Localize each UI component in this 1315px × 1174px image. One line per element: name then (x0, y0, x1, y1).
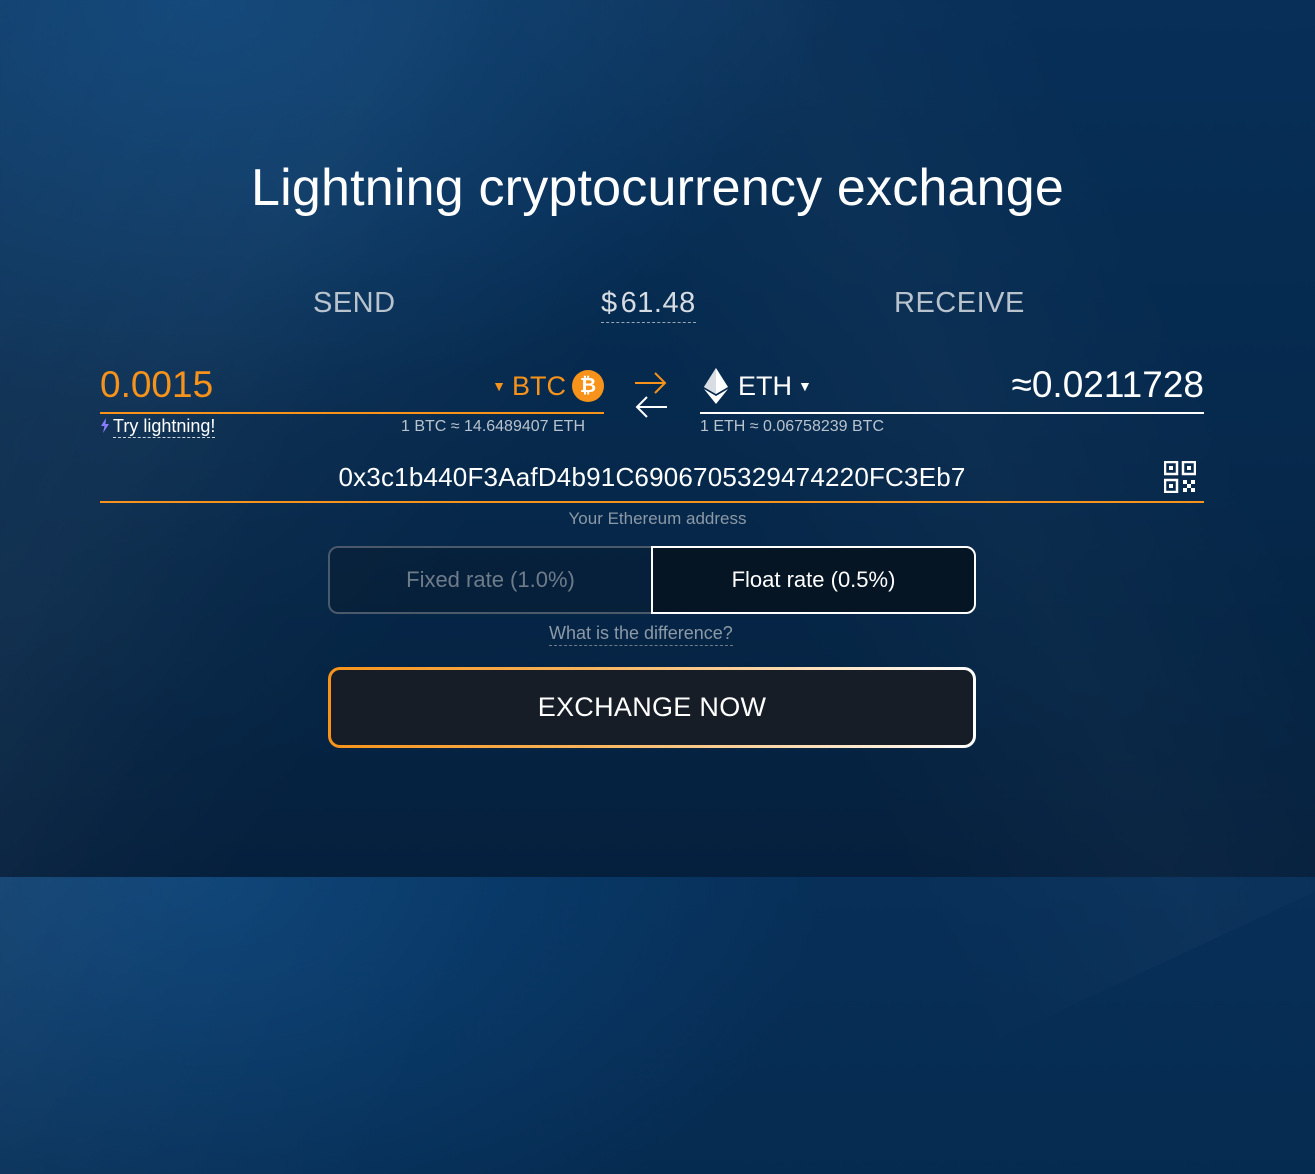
try-lightning-link[interactable]: Try lightning! (100, 416, 216, 438)
usd-value[interactable]: $61.48 (601, 287, 696, 323)
qr-code-button[interactable] (1163, 460, 1197, 494)
fixed-rate-option[interactable]: Fixed rate (1.0%) (328, 546, 651, 614)
rate-type-toggle: Fixed rate (1.0%) Float rate (0.5%) (328, 546, 976, 614)
swap-arrows-icon (635, 372, 667, 418)
receive-rate: 1 ETH ≈ 0.06758239 BTC (700, 418, 884, 435)
swap-button[interactable] (631, 368, 671, 422)
rate-difference-link[interactable]: What is the difference? (549, 623, 733, 646)
send-coin-label: BTC (512, 370, 566, 401)
float-rate-option[interactable]: Float rate (0.5%) (651, 546, 976, 614)
address-input[interactable]: 0x3c1b440F3AafD4b91C6906705329474220FC3E… (100, 462, 1204, 493)
receive-label: RECEIVE (894, 287, 1025, 319)
receive-amount-field: ETH ▼ ≈0.0211728 (700, 362, 1204, 414)
usd-symbol: $ (601, 287, 618, 319)
exchange-now-button[interactable]: EXCHANGE NOW (328, 667, 976, 748)
page-title: Lightning cryptocurrency exchange (250, 159, 1065, 217)
address-field: 0x3c1b440F3AafD4b91C6906705329474220FC3E… (100, 455, 1204, 503)
receive-amount: ≈0.0211728 (1011, 364, 1204, 405)
lightning-bolt-icon (100, 417, 110, 437)
receive-coin-select[interactable]: ETH ▼ (704, 368, 812, 404)
send-amount-field: 0.0015 ▼ BTC ₿ (100, 362, 604, 414)
qr-code-icon (1163, 460, 1197, 494)
bitcoin-icon: ₿ (572, 370, 604, 402)
send-label: SEND (313, 287, 396, 319)
address-caption: Your Ethereum address (568, 509, 747, 528)
send-amount-input[interactable]: 0.0015 (100, 364, 213, 406)
caret-down-icon: ▼ (798, 378, 812, 394)
ethereum-icon (704, 368, 728, 404)
send-coin-select[interactable]: ▼ BTC ₿ (492, 370, 604, 402)
usd-amount: 61.48 (620, 287, 696, 319)
receive-coin-label: ETH (738, 370, 792, 401)
try-lightning-label: Try lightning! (113, 416, 216, 438)
send-rate: 1 BTC ≈ 14.6489407 ETH (401, 418, 585, 435)
caret-down-icon: ▼ (492, 378, 506, 394)
